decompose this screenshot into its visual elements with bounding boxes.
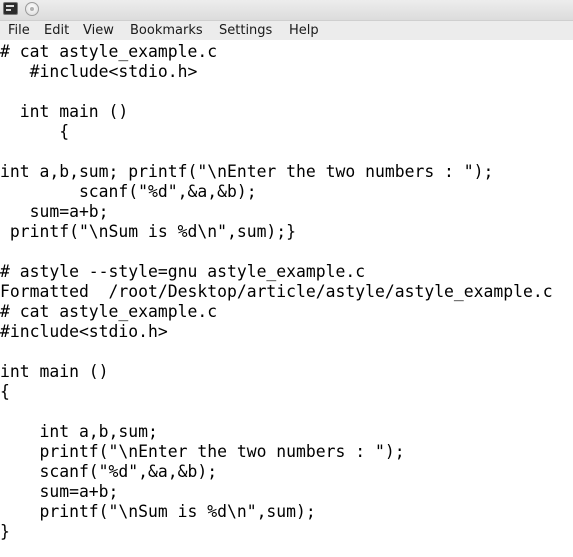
terminal-line: sum=a+b; (0, 482, 119, 501)
terminal-output[interactable]: # cat astyle_example.c #include<stdio.h>… (0, 42, 573, 557)
terminal-window: File Edit View Bookmarks Settings Help #… (0, 0, 573, 557)
terminal-line: } (0, 522, 10, 541)
terminal-line: { (0, 382, 10, 401)
pin-window-button[interactable] (25, 2, 39, 16)
terminal-line: printf("\nSum is %d\n",sum); (0, 502, 316, 521)
terminal-line: Formatted /root/Desktop/article/astyle/a… (0, 282, 553, 301)
terminal-line: # astyle --style=gnu astyle_example.c (0, 262, 366, 281)
terminal-line: # cat astyle_example.c (0, 302, 218, 321)
menu-bookmarks[interactable]: Bookmarks (130, 22, 203, 39)
menu-view[interactable]: View (83, 22, 114, 39)
terminal-line: { (0, 122, 70, 141)
menu-file[interactable]: File (8, 22, 30, 39)
terminal-app-icon[interactable] (3, 2, 18, 15)
terminal-line: scanf("%d",&a,&b); (0, 182, 257, 201)
menu-settings[interactable]: Settings (219, 22, 272, 39)
terminal-line: int a,b,sum; printf("\nEnter the two num… (0, 162, 494, 181)
terminal-line: #include<stdio.h> (0, 62, 198, 81)
terminal-line: int main () (0, 102, 129, 121)
menu-edit[interactable]: Edit (44, 22, 69, 39)
menu-bar: File Edit View Bookmarks Settings Help (0, 21, 573, 40)
menu-help[interactable]: Help (289, 22, 319, 39)
terminal-line: #include<stdio.h> (0, 322, 168, 341)
terminal-line: # cat astyle_example.c (0, 42, 218, 61)
terminal-line: printf("\nEnter the two numbers : "); (0, 442, 405, 461)
terminal-line: scanf("%d",&a,&b); (0, 462, 218, 481)
terminal-line: int a,b,sum; (0, 422, 158, 441)
title-bar (0, 0, 573, 21)
terminal-line: sum=a+b; (0, 202, 109, 221)
terminal-line: int main () (0, 362, 109, 381)
terminal-line: printf("\nSum is %d\n",sum);} (0, 222, 297, 241)
